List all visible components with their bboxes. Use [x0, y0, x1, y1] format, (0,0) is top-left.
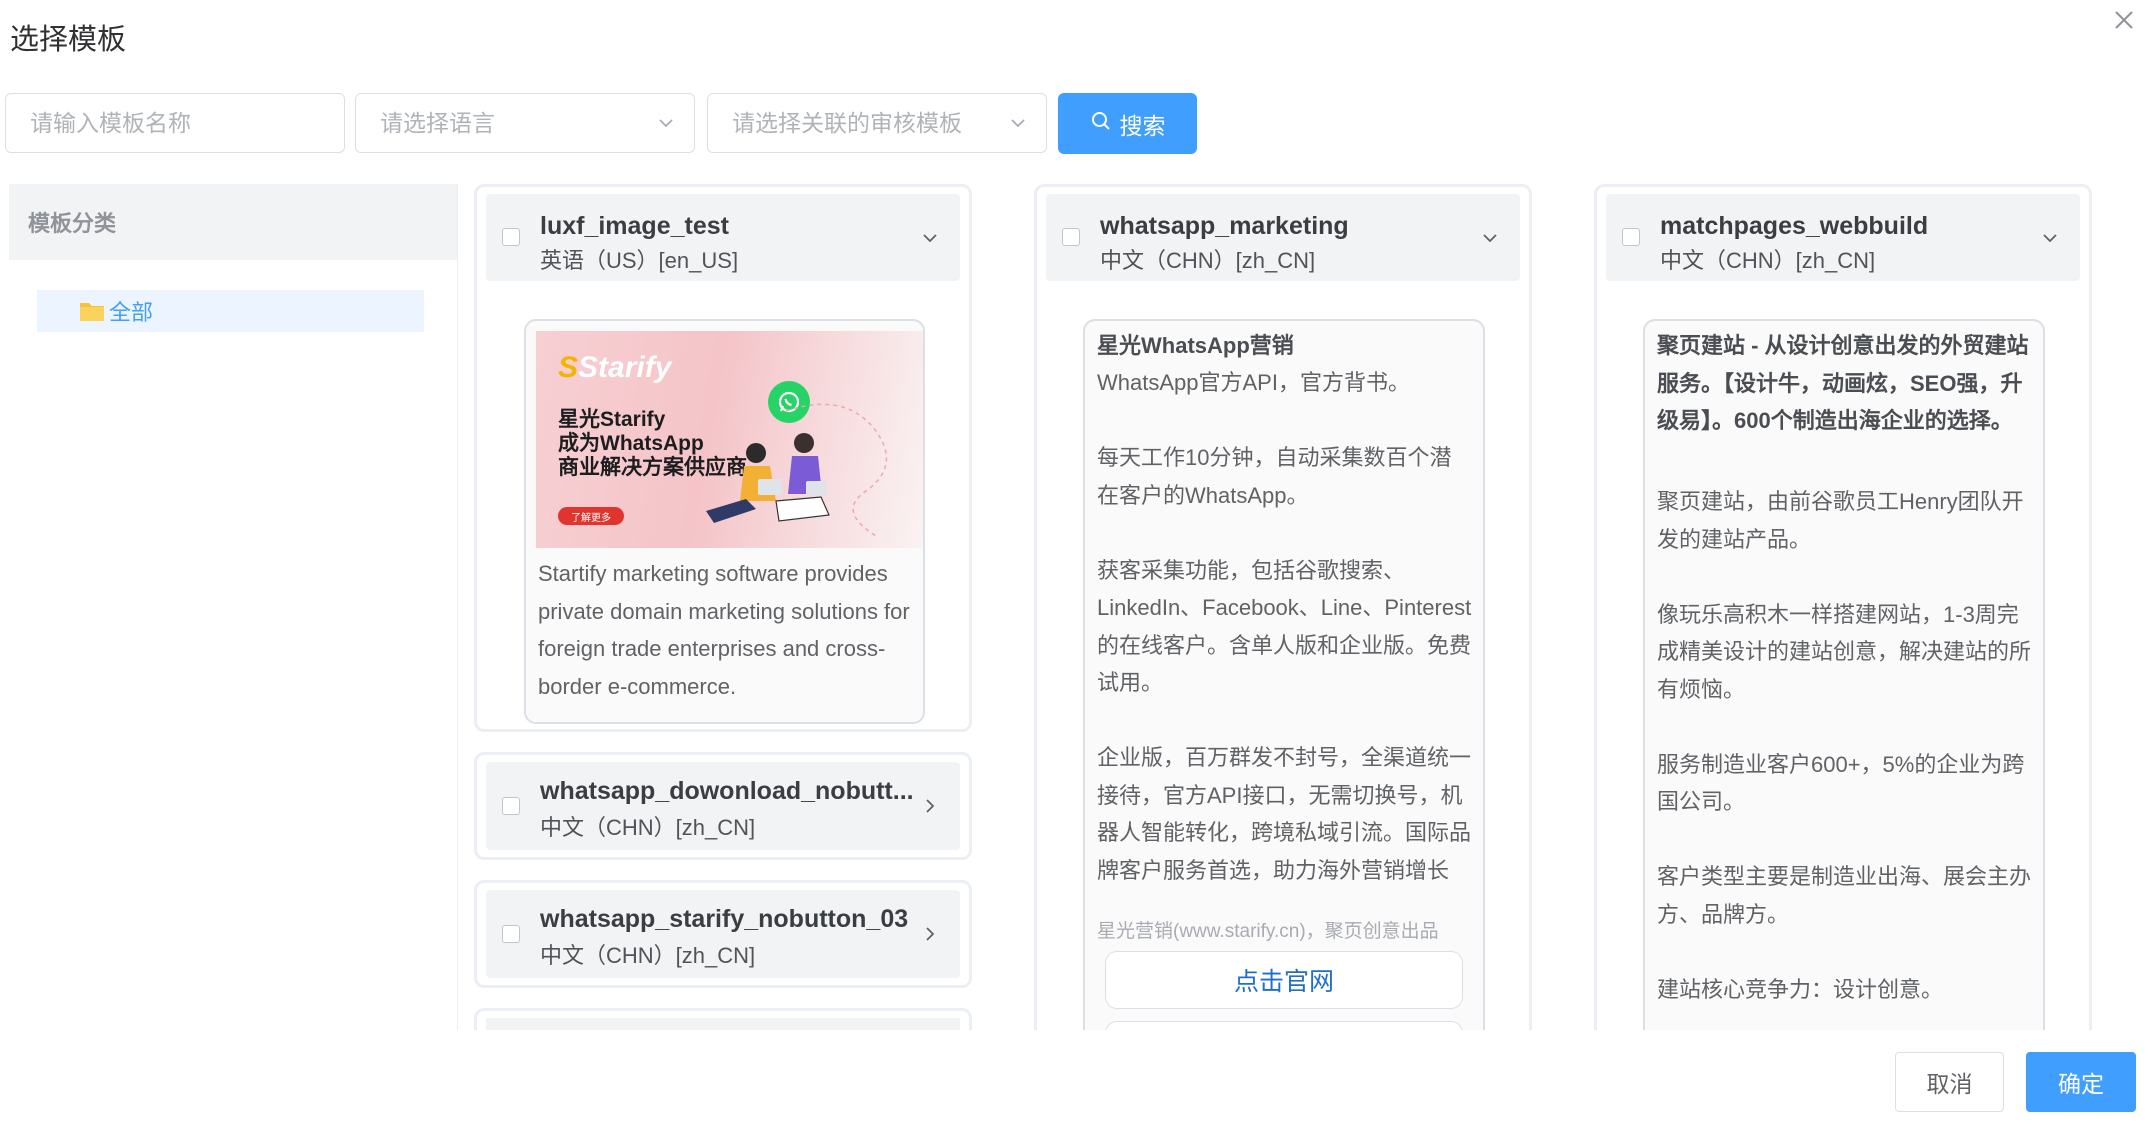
message-preview: 星光WhatsApp营销 WhatsApp官方API，官方背书。 每天工作10分… — [1083, 319, 1485, 1046]
category-item-label: 全部 — [109, 300, 154, 325]
template-checkbox[interactable] — [502, 228, 520, 246]
chevron-down-icon — [1008, 113, 1028, 133]
template-card: luxf_image_test 英语（US）[en_US] SStarify 星… — [474, 184, 972, 732]
template-card-header[interactable]: whatsapp_starify_nobutton_03 中文（CHN）[zh_… — [486, 890, 960, 978]
template-card: whatsapp_marketing 中文（CHN）[zh_CN] 星光What… — [1034, 184, 1532, 1046]
template-card-header[interactable]: whatsapp_dowonload_nobutt... 中文（CHN）[zh_… — [486, 762, 960, 850]
preview-title: 聚页建站 - 从设计创意出发的外贸建站服务。【设计牛，动画炫，SEO强，升级易】… — [1657, 333, 2029, 433]
template-checkbox[interactable] — [502, 797, 520, 815]
chevron-right-icon[interactable] — [920, 924, 940, 944]
language-select[interactable] — [355, 93, 695, 153]
template-card-header[interactable] — [486, 1018, 960, 1030]
review-template-select[interactable] — [707, 93, 1047, 153]
template-language: 中文（CHN）[zh_CN] — [540, 815, 756, 840]
folder-icon — [79, 300, 105, 322]
preview-body: WhatsApp官方API，官方背书。 每天工作10分钟，自动采集数百个潜在客户… — [1097, 370, 1472, 883]
sidebar-divider — [457, 184, 458, 1030]
template-name-input[interactable] — [6, 94, 344, 152]
preview-image: SStarify 星光Starify 成为WhatsApp 商业解决方案供应商 … — [536, 331, 923, 548]
chevron-down-icon — [656, 113, 676, 133]
dialog-title: 选择模板 — [10, 24, 127, 56]
category-item-all[interactable]: 全部 — [37, 290, 424, 332]
search-button[interactable]: 搜索 — [1058, 93, 1197, 154]
visit-website-button[interactable]: 点击官网 — [1105, 951, 1463, 1009]
template-name: whatsapp_marketing — [1100, 212, 1349, 240]
cancel-button[interactable]: 取消 — [1895, 1052, 2004, 1112]
template-select-dialog: 选择模板 搜索 模板分类 全部 — [0, 0, 2156, 1128]
template-name: whatsapp_dowonload_nobutt... — [540, 777, 914, 805]
message-preview: SStarify 星光Starify 成为WhatsApp 商业解决方案供应商 … — [524, 319, 925, 724]
chevron-down-icon[interactable] — [2040, 228, 2060, 248]
search-icon — [1090, 110, 1112, 138]
template-checkbox[interactable] — [1062, 228, 1080, 246]
preview-body: Startify marketing software provides pri… — [538, 561, 916, 699]
template-card: whatsapp_dowonload_nobutt... 中文（CHN）[zh_… — [474, 752, 972, 860]
preview-body: 聚页建站，由前谷歌员工Henry团队开发的建站产品。 像玩乐高积木一样搭建网站，… — [1657, 489, 2032, 1002]
template-name-input-wrap — [5, 93, 345, 153]
template-language: 英语（US）[en_US] — [540, 248, 739, 273]
template-name: luxf_image_test — [540, 212, 729, 240]
people-illustration — [706, 403, 888, 537]
template-name: matchpages_webbuild — [1660, 212, 1929, 240]
preview-footer: 星光营销(www.starify.cn)，聚页创意出品 — [1097, 921, 1439, 942]
category-sidebar: 模板分类 全部 — [9, 184, 457, 1030]
sidebar-header: 模板分类 — [9, 184, 457, 260]
template-language: 中文（CHN）[zh_CN] — [540, 943, 756, 968]
template-name: whatsapp_starify_nobutton_03 — [540, 905, 909, 933]
close-icon[interactable] — [2110, 6, 2138, 34]
message-preview: 聚页建站 - 从设计创意出发的外贸建站服务。【设计牛，动画炫，SEO强，升级易】… — [1643, 319, 2045, 1046]
template-language: 中文（CHN）[zh_CN] — [1660, 248, 1876, 273]
search-button-label: 搜索 — [1119, 112, 1166, 139]
review-template-select-input[interactable] — [708, 94, 1046, 152]
chevron-down-icon[interactable] — [1480, 228, 1500, 248]
template-card-header[interactable]: whatsapp_marketing 中文（CHN）[zh_CN] — [1046, 194, 1520, 281]
template-card: whatsapp_starify_nobutton_03 中文（CHN）[zh_… — [474, 880, 972, 988]
template-card-header[interactable]: matchpages_webbuild 中文（CHN）[zh_CN] — [1606, 194, 2080, 281]
chevron-right-icon[interactable] — [920, 796, 940, 816]
template-checkbox[interactable] — [502, 925, 520, 943]
template-checkbox[interactable] — [1622, 228, 1640, 246]
brand-logo: SStarify — [558, 351, 672, 384]
template-language: 中文（CHN）[zh_CN] — [1100, 248, 1316, 273]
preview-title: 星光WhatsApp营销 — [1097, 333, 1294, 358]
template-card: matchpages_webbuild 中文（CHN）[zh_CN] 聚页建站 … — [1594, 184, 2092, 1046]
template-card — [474, 1008, 972, 1030]
template-card-header[interactable]: luxf_image_test 英语（US）[en_US] — [486, 194, 960, 281]
confirm-button[interactable]: 确定 — [2026, 1052, 2136, 1112]
chevron-down-icon[interactable] — [920, 228, 940, 248]
language-select-input[interactable] — [356, 94, 694, 152]
banner-cta: 了解更多 — [558, 507, 624, 525]
